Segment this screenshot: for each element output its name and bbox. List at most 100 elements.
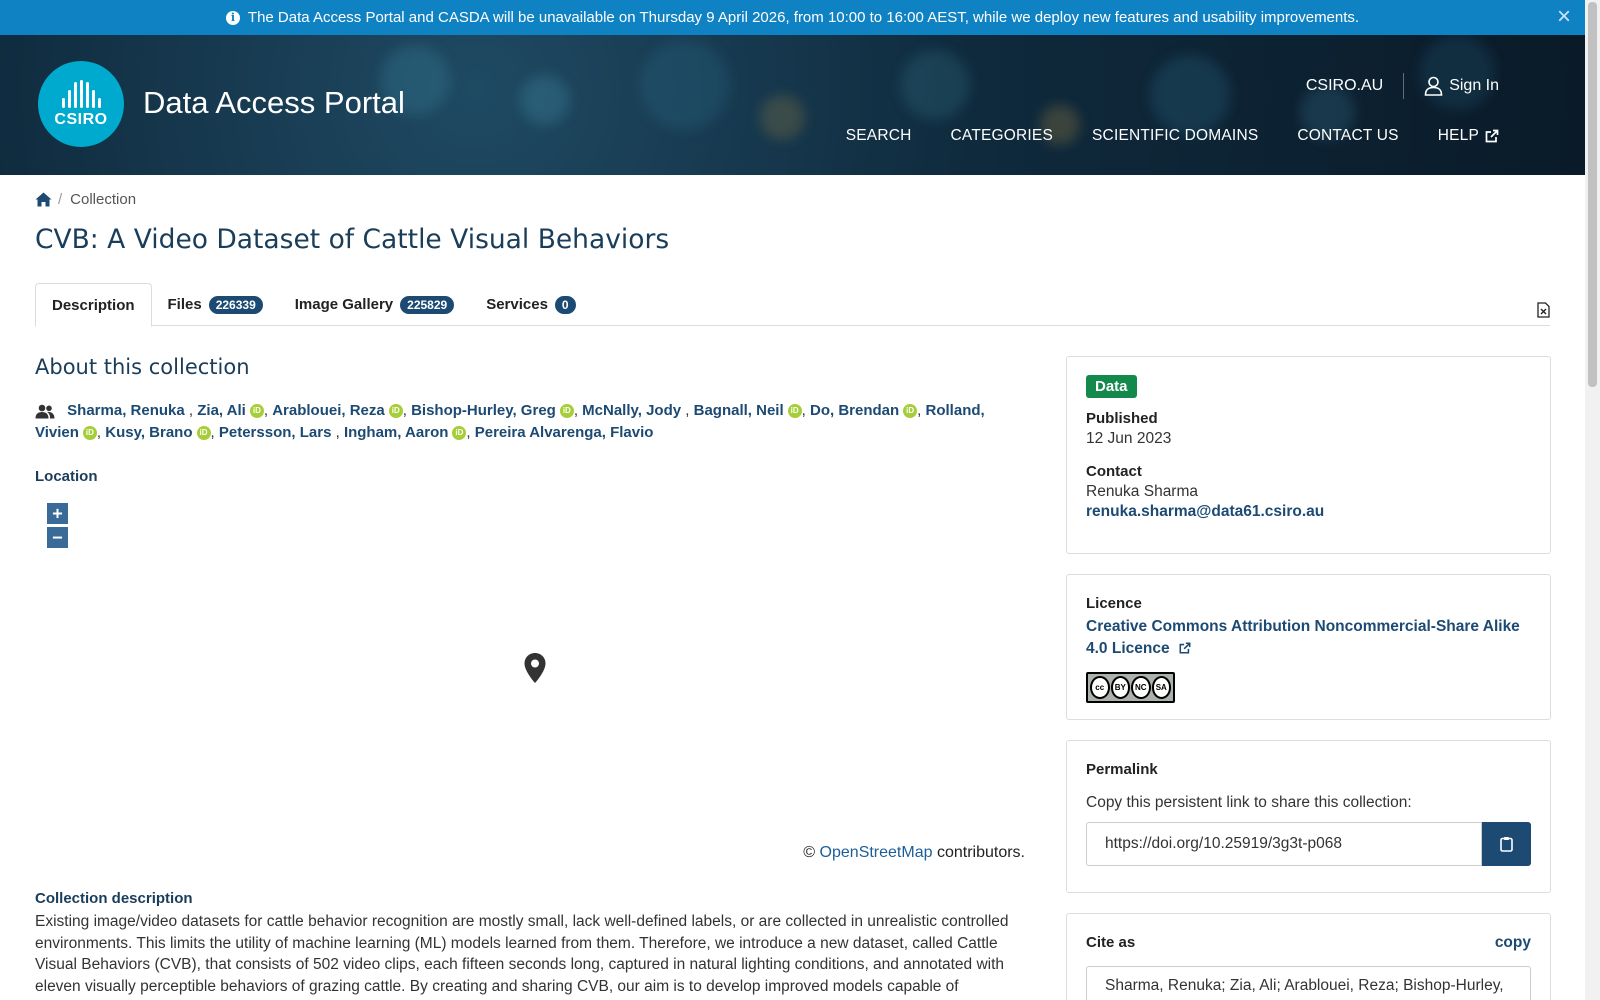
orcid-icon[interactable]: iD: [787, 404, 802, 419]
site-title[interactable]: Data Access Portal: [143, 85, 405, 121]
cite-card: Cite as copy Sharma, Renuka; Zia, Ali; A…: [1066, 913, 1551, 1000]
cc-by-icon: BY: [1110, 676, 1130, 699]
map-attribution: © OpenStreetMap contributors.: [803, 844, 1025, 862]
tab-image-gallery[interactable]: Image Gallery 225829: [279, 283, 470, 326]
author-link[interactable]: Do, Brendan: [810, 402, 899, 419]
author-separator: ,: [573, 402, 583, 419]
gallery-count-badge: 225829: [400, 295, 455, 314]
zoom-in-button[interactable]: +: [46, 502, 69, 525]
collection-tabs: Description Files 226339 Image Gallery 2…: [35, 283, 1550, 327]
copyright-symbol: ©: [803, 844, 816, 861]
author-separator: ,: [681, 402, 694, 419]
top-links: CSIRO.AU Sign In: [1306, 73, 1499, 99]
licence-link[interactable]: Creative Commons Attribution Noncommerci…: [1086, 618, 1520, 657]
map-marker-icon[interactable]: [523, 652, 547, 684]
close-banner-button[interactable]: ×: [1557, 5, 1571, 29]
author-link[interactable]: Petersson, Lars: [219, 424, 332, 441]
citation-text[interactable]: Sharma, Renuka; Zia, Ali; Arablouei, Rez…: [1086, 966, 1531, 1000]
author-link[interactable]: Ingham, Aaron: [344, 424, 448, 441]
tab-label: Files: [167, 296, 202, 313]
author-separator: ,: [402, 402, 412, 419]
nav-contact-us[interactable]: CONTACT US: [1297, 127, 1398, 145]
author-link[interactable]: Zia, Ali: [197, 402, 246, 419]
author-link[interactable]: McNally, Jody: [582, 402, 681, 419]
breadcrumb-current: Collection: [70, 191, 137, 208]
licence-label: Licence: [1086, 595, 1142, 612]
page-scrollbar[interactable]: [1585, 0, 1600, 1000]
csiro-link[interactable]: CSIRO.AU: [1306, 77, 1383, 95]
zoom-out-button[interactable]: −: [46, 526, 69, 549]
cc-sa-icon: SA: [1151, 676, 1171, 699]
author-link[interactable]: Pereira Alvarenga, Flavio: [475, 424, 654, 441]
nav-help[interactable]: HELP: [1438, 127, 1499, 145]
location-map[interactable]: + − © OpenStreetMap contributors.: [35, 502, 1025, 862]
orcid-icon[interactable]: iD: [452, 426, 467, 441]
scrollbar-thumb[interactable]: [1588, 2, 1597, 387]
external-link-icon: [1485, 129, 1499, 143]
cc-by-nc-sa-badge[interactable]: cc BY NC SA: [1086, 672, 1175, 703]
author-separator: ,: [917, 402, 926, 419]
published-label: Published: [1086, 410, 1158, 427]
permalink-row: https://doi.org/10.25919/3g3t-p068: [1086, 822, 1531, 866]
location-label: Location: [35, 468, 98, 485]
csiro-logo[interactable]: CSIRO: [38, 61, 124, 147]
orcid-icon[interactable]: iD: [903, 404, 918, 419]
orcid-icon[interactable]: iD: [559, 404, 574, 419]
author-separator: ,: [466, 424, 475, 441]
maintenance-banner: i The Data Access Portal and CASDA will …: [0, 0, 1585, 35]
tab-label: Description: [52, 296, 135, 314]
author-separator: ,: [96, 424, 106, 441]
cc-icon: cc: [1090, 676, 1110, 699]
tab-label: Services: [486, 296, 548, 313]
author-separator: ,: [184, 402, 198, 419]
home-icon[interactable]: [35, 192, 52, 207]
logo-bars-icon: [61, 79, 101, 108]
services-count-badge: 0: [554, 295, 576, 314]
author-link[interactable]: Bishop-Hurley, Greg: [411, 402, 556, 419]
orcid-icon[interactable]: iD: [388, 404, 403, 419]
nav-search[interactable]: SEARCH: [846, 127, 912, 145]
banner-message: The Data Access Portal and CASDA will be…: [247, 9, 1360, 26]
description-heading: Collection description: [35, 890, 193, 907]
orcid-icon[interactable]: iD: [196, 426, 211, 441]
permalink-input[interactable]: https://doi.org/10.25919/3g3t-p068: [1086, 822, 1482, 866]
nav-scientific-domains[interactable]: SCIENTIFIC DOMAINS: [1092, 127, 1258, 145]
author-link[interactable]: Sharma, Renuka: [67, 402, 185, 419]
sign-in-label: Sign In: [1449, 77, 1499, 95]
cite-copy-link[interactable]: copy: [1495, 934, 1531, 952]
export-file-icon[interactable]: [1537, 302, 1550, 318]
permalink-label: Permalink: [1086, 761, 1158, 778]
orcid-icon[interactable]: iD: [249, 404, 264, 419]
author-link[interactable]: Kusy, Brano: [105, 424, 192, 441]
author-separator: ,: [331, 424, 344, 441]
tab-label: Image Gallery: [294, 296, 394, 313]
logo-text: CSIRO: [54, 110, 108, 128]
breadcrumb: / Collection: [35, 191, 136, 208]
orcid-icon[interactable]: iD: [82, 426, 97, 441]
tab-files[interactable]: Files 226339: [152, 283, 279, 326]
author-link[interactable]: Bagnall, Neil: [694, 402, 784, 419]
people-icon: [35, 404, 55, 419]
credit-suffix: contributors.: [936, 844, 1025, 861]
sign-in-link[interactable]: Sign In: [1424, 76, 1499, 96]
permalink-card: Permalink Copy this persistent link to s…: [1066, 740, 1551, 893]
site-header: CSIRO Data Access Portal CSIRO.AU Sign I…: [0, 35, 1585, 175]
cite-label: Cite as: [1086, 934, 1136, 951]
tab-description[interactable]: Description: [35, 283, 152, 327]
permalink-help: Copy this persistent link to share this …: [1086, 794, 1412, 811]
external-link-icon: [1179, 642, 1191, 654]
divider: [1403, 73, 1405, 99]
description-text: Existing image/video datasets for cattle…: [35, 913, 1009, 995]
metadata-card: Data Published 12 Jun 2023 Contact Renuk…: [1066, 356, 1551, 554]
cc-nc-icon: NC: [1131, 676, 1151, 699]
tab-services[interactable]: Services 0: [470, 283, 591, 326]
copy-permalink-button[interactable]: [1482, 822, 1531, 866]
author-link[interactable]: Arablouei, Reza: [272, 402, 385, 419]
contact-email-link[interactable]: renuka.sharma@data61.csiro.au: [1086, 501, 1531, 523]
nav-categories[interactable]: CATEGORIES: [951, 127, 1053, 145]
authors-list: Sharma, Renuka , Zia, Ali iD, Arablouei, …: [35, 400, 1025, 444]
type-badge: Data: [1086, 375, 1137, 398]
author-separator: ,: [263, 402, 273, 419]
breadcrumb-separator: /: [58, 191, 63, 208]
openstreetmap-link[interactable]: OpenStreetMap: [820, 844, 933, 861]
